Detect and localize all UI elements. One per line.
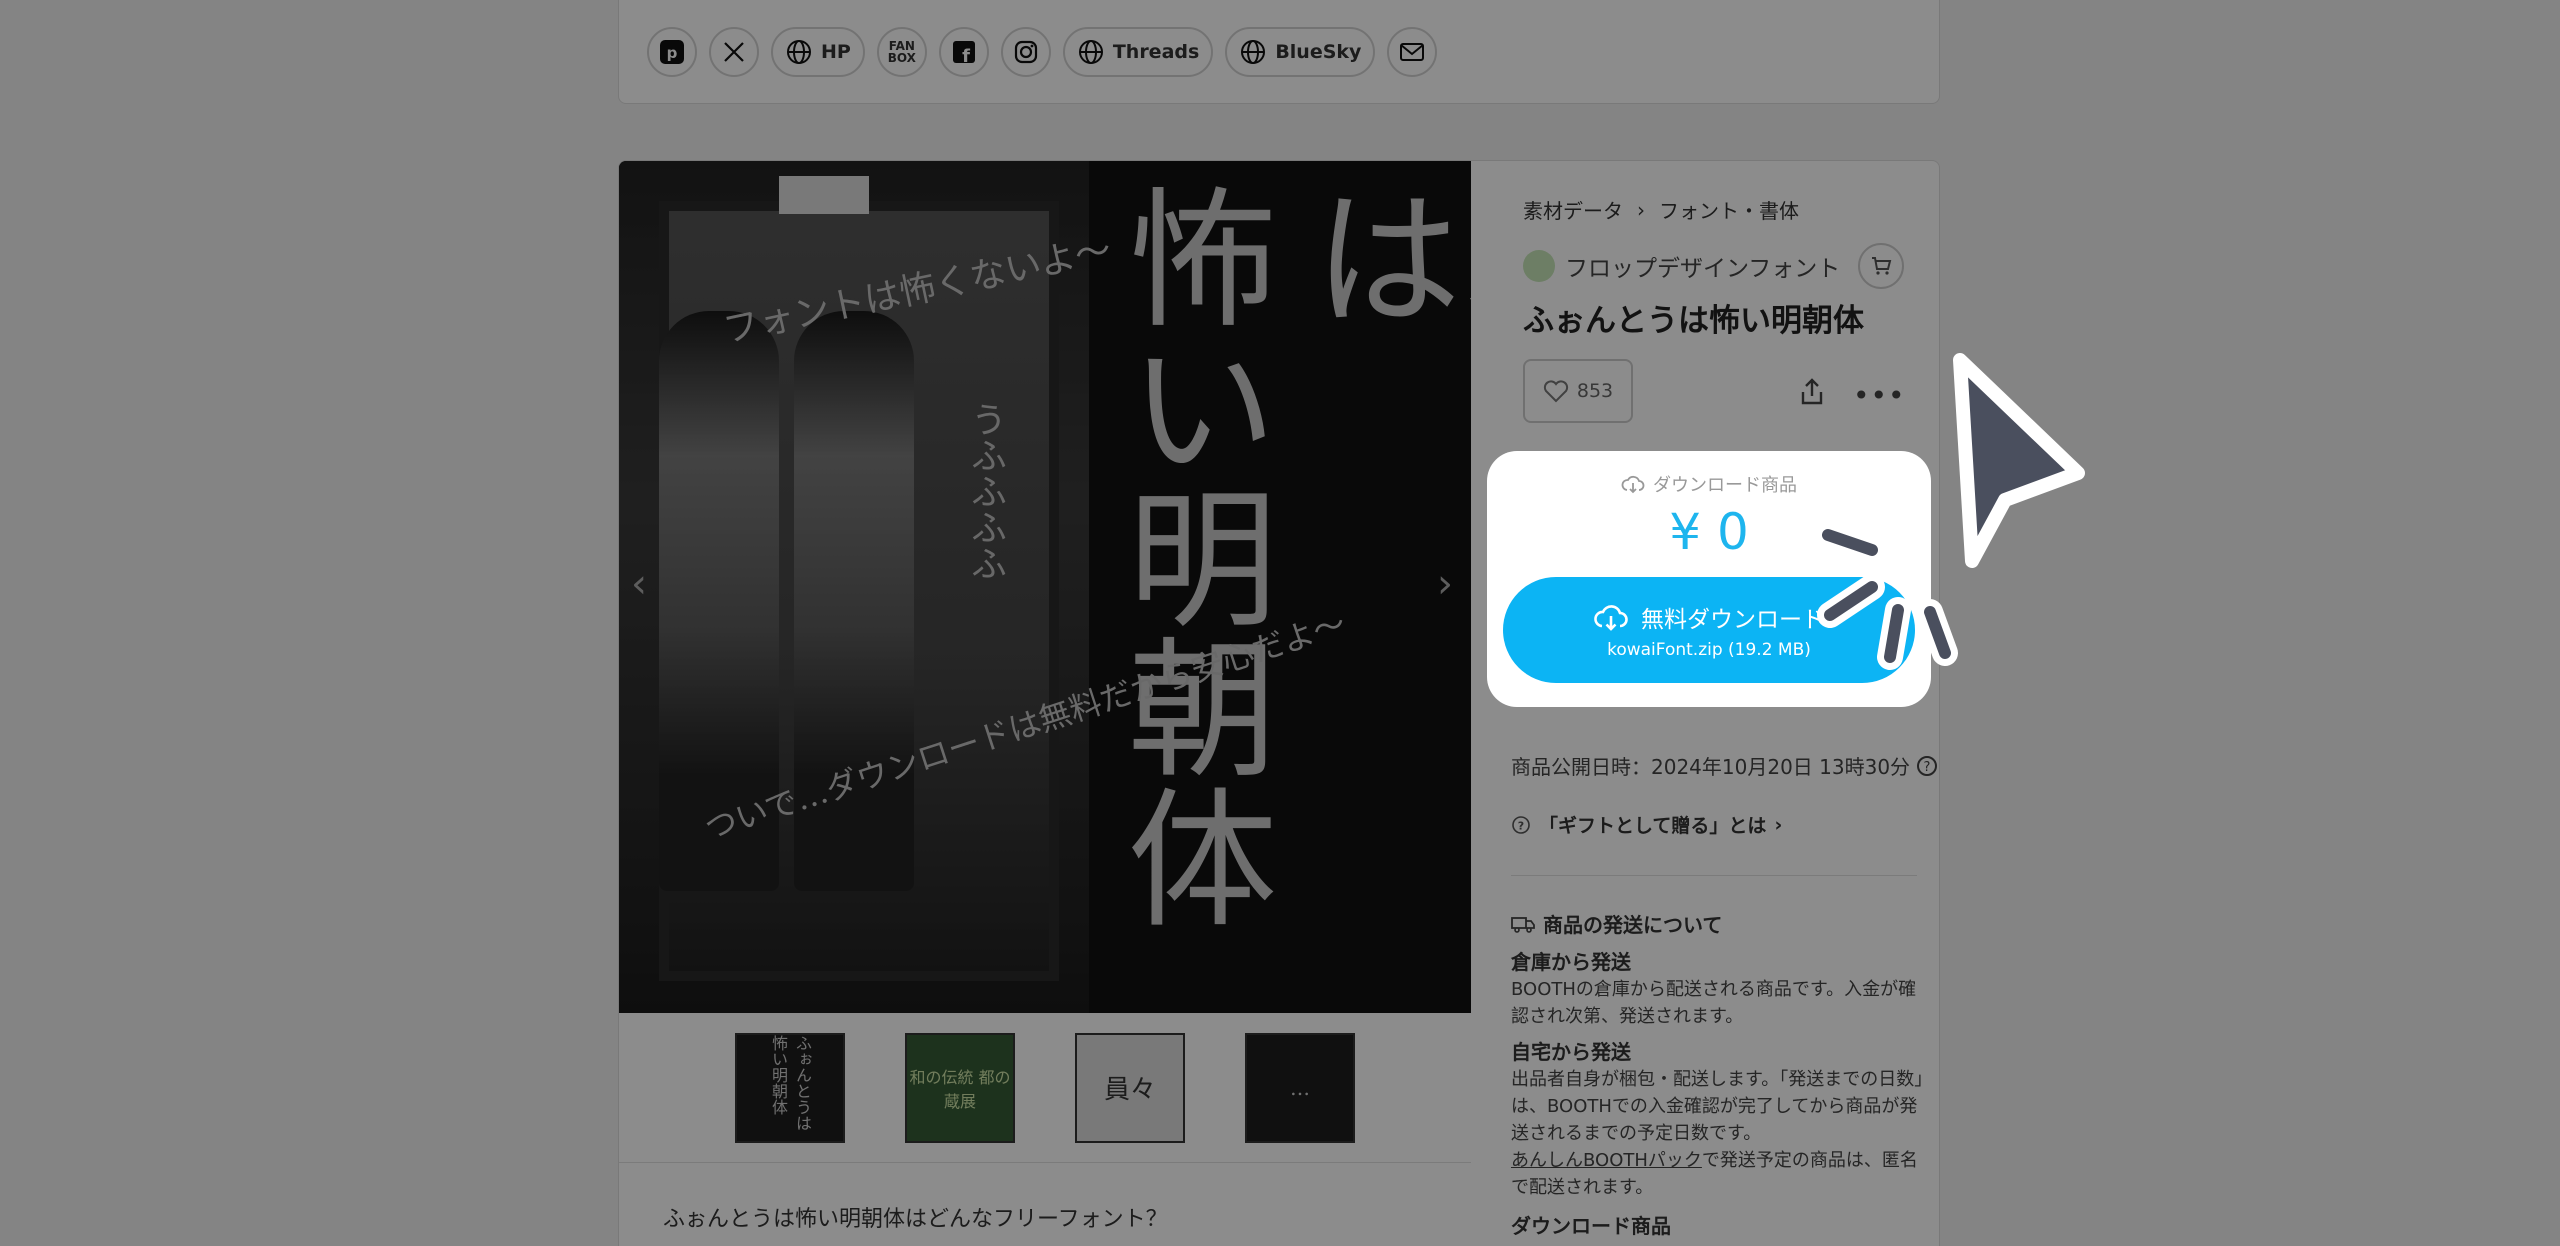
photo-ceiling-light <box>779 176 869 214</box>
item-title: ふぉんとうは怖い明朝体 <box>1523 303 1864 339</box>
thumbnail-2[interactable]: 和の伝統 都の蔵展 <box>905 1032 1015 1143</box>
pixiv-link[interactable]: p <box>647 26 697 77</box>
globe-icon <box>787 39 811 64</box>
fanbox-link[interactable]: FAN BOX <box>876 26 927 77</box>
booth-item-page: p HP FAN BOX f Threads BlueSky は 怖い明朝体 う… <box>0 0 2560 1246</box>
thumbnail-4-label: … <box>1290 1075 1310 1100</box>
shop-cart-button[interactable] <box>1858 243 1905 289</box>
thumbnail-strip: ふぉんとうは怖い明朝体 和の伝統 都の蔵展 員々 … <box>619 1013 1471 1163</box>
download-file-info: kowaiFont.zip (19.2 MB) <box>1607 640 1811 660</box>
shipping-warehouse: 倉庫から発送 BOOTHの倉庫から配送される商品です。入金が確認され次第、発送さ… <box>1511 949 1931 1030</box>
globe-icon <box>1241 39 1266 64</box>
breadcrumb: 素材データ › フォント・書体 <box>1523 195 1799 224</box>
svg-text:?: ? <box>1518 819 1524 832</box>
mail-link[interactable] <box>1387 26 1438 77</box>
shipping-warehouse-text: BOOTHの倉庫から配送される商品です。入金が確認され次第、発送されます。 <box>1511 979 1917 1027</box>
cart-icon <box>1872 257 1892 275</box>
bluesky-link[interactable]: BlueSky <box>1225 26 1376 77</box>
heart-icon <box>1543 380 1568 403</box>
x-link[interactable] <box>709 26 759 77</box>
gallery-prev-icon[interactable]: ‹ <box>631 561 647 607</box>
x-icon <box>724 41 744 62</box>
shipping-download: ダウンロード商品 <box>1511 1213 1931 1240</box>
facebook-icon: f <box>952 40 975 66</box>
item-image-gallery[interactable]: ふぉんとうは 怖い明朝体 うふふふふ フォントは怖くないよ〜 ついで…ダウンロー… <box>619 161 1471 1013</box>
free-download-row: 無料ダウンロード <box>1593 600 1825 634</box>
svg-text:p: p <box>667 44 678 62</box>
hp-link[interactable]: HP <box>771 26 865 77</box>
truck-icon <box>1511 916 1535 933</box>
gift-info-label: 「ギフトとして贈る」とは <box>1539 815 1767 837</box>
fanbox-icon: FAN BOX <box>887 38 916 65</box>
shipping-anshin-line: あんしんBOOTHパックで発送予定の商品は、匿名で配送されます。 <box>1511 1147 1931 1201</box>
thumbnail-4[interactable]: … <box>1245 1032 1355 1143</box>
gift-info-link[interactable]: ? 「ギフトとして贈る」とは › <box>1511 811 1782 838</box>
shop-name[interactable]: フロップデザインフォント <box>1565 249 1840 283</box>
instagram-icon <box>1014 40 1037 63</box>
cover-title-line2: 怖い明朝体 <box>1102 181 1276 931</box>
shipping-warehouse-title: 倉庫から発送 <box>1511 950 1631 974</box>
gallery-next-icon[interactable]: › <box>1437 561 1453 607</box>
pixiv-icon: p <box>660 39 684 64</box>
thumbnail-1[interactable]: ふぉんとうは怖い明朝体 <box>735 1032 845 1143</box>
thumbnail-2-label: 和の伝統 都の蔵展 <box>909 1067 1011 1111</box>
breadcrumb-category[interactable]: 素材データ <box>1523 195 1623 224</box>
hp-link-label: HP <box>821 40 851 63</box>
shipping-heading-label: 商品の発送について <box>1543 913 1723 937</box>
shipping-self-text: 出品者自身が梱包・配送します。「発送までの日数」は、BOOTHでの入金確認が完了… <box>1511 1069 1924 1144</box>
svg-text:f: f <box>962 46 970 66</box>
shipping-download-title: ダウンロード商品 <box>1511 1214 1671 1238</box>
cloud-download-icon <box>1594 605 1628 631</box>
description-first-line: ふぉんとうは怖い明朝体はどんなフリーフォント？ <box>663 1207 1168 1232</box>
thumbnail-3[interactable]: 員々 <box>1075 1032 1185 1143</box>
shop-avatar <box>1523 250 1555 282</box>
help-icon[interactable]: ? <box>1916 755 1938 777</box>
bluesky-link-label: BlueSky <box>1275 40 1362 63</box>
thumbnail-1-label: ふぉんとうは怖い明朝体 <box>769 1034 812 1131</box>
mail-icon <box>1400 42 1425 61</box>
like-count: 853 <box>1576 380 1614 402</box>
free-download-label: 無料ダウンロード <box>1641 607 1825 633</box>
globe-icon <box>1078 39 1103 64</box>
social-links-bar: p HP FAN BOX f Threads BlueSky <box>618 0 1940 104</box>
thumbnail-3-label: 員々 <box>1103 1075 1156 1105</box>
publish-date: 商品公開日時：2024年10月20日 13時30分 ? <box>1511 751 1938 780</box>
cloud-download-icon <box>1621 475 1645 494</box>
shipping-self-title: 自宅から発送 <box>1511 1040 1631 1064</box>
like-button[interactable]: 853 <box>1523 359 1633 423</box>
divider <box>1511 875 1917 876</box>
shipping-heading: 商品の発送について <box>1511 909 1722 938</box>
facebook-link[interactable]: f <box>938 26 989 77</box>
breadcrumb-subcategory[interactable]: フォント・書体 <box>1659 195 1799 224</box>
threads-link-label: Threads <box>1112 40 1200 63</box>
shipping-self: 自宅から発送 出品者自身が梱包・配送します。「発送までの日数」は、BOOTHでの… <box>1511 1039 1931 1201</box>
chevron-right-icon: › <box>1774 813 1783 836</box>
instagram-link[interactable] <box>1000 26 1051 77</box>
cursor-pointer-icon <box>1815 353 2085 670</box>
shop-link[interactable]: フロップデザインフォント <box>1523 243 1905 289</box>
product-type-label: ダウンロード商品 <box>1653 475 1797 496</box>
question-icon: ? <box>1512 815 1530 834</box>
svg-text:?: ? <box>1924 760 1931 775</box>
threads-link[interactable]: Threads <box>1062 26 1214 77</box>
publish-date-text: 商品公開日時：2024年10月20日 13時30分 <box>1511 755 1911 779</box>
cover-sub-vertical: うふふふふ <box>965 401 1006 581</box>
chevron-right-icon: › <box>1637 197 1645 222</box>
anshin-booth-link[interactable]: あんしんBOOTHパック <box>1511 1150 1702 1171</box>
